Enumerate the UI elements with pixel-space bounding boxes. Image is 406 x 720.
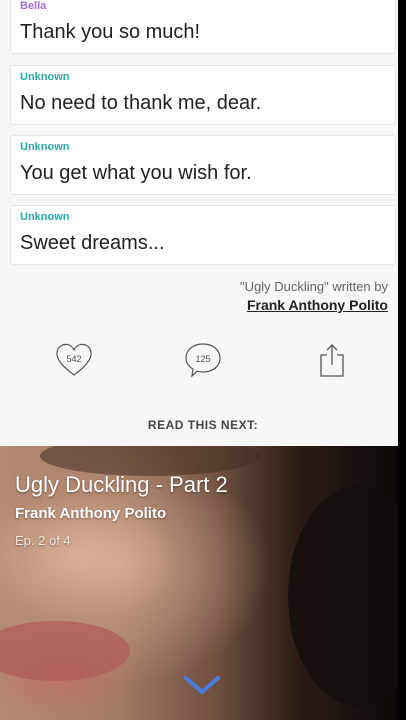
message-text: No need to thank me, dear. [20,92,262,114]
message-bubble: Unknown Sweet dreams... [10,205,396,265]
comment-count: 125 [195,354,211,364]
message-text: You get what you wish for. [20,162,252,184]
screen-edge [398,0,406,720]
message-sender: Unknown [20,211,70,223]
author-link[interactable]: Frank Anthony Polito [247,297,388,313]
next-story-card[interactable]: Ugly Duckling - Part 2 Frank Anthony Pol… [0,446,398,720]
cover-image-detail [0,621,130,681]
message-sender: Unknown [20,71,70,83]
message-bubble: Bella Thank you so much! [10,0,396,54]
share-icon [320,344,344,377]
story-credit: "Ugly Duckling" written by [240,279,388,294]
like-button[interactable]: 542 [54,342,94,378]
cover-image-shadow [288,486,398,706]
comment-button[interactable]: 125 [183,342,223,378]
message-bubble: Unknown You get what you wish for. [10,135,396,195]
message-text: Thank you so much! [20,21,201,43]
message-text: Sweet dreams... [20,232,165,254]
read-next-heading: READ THIS NEXT: [147,418,259,432]
next-story-title: Ugly Duckling - Part 2 [15,472,228,497]
like-count: 542 [66,354,82,364]
message-bubble: Unknown No need to thank me, dear. [10,65,396,125]
next-story-episode: Ep. 2 of 4 [15,533,71,548]
message-sender: Bella [20,0,47,12]
action-bar: 542 125 [0,330,398,390]
message-sender: Unknown [20,141,70,153]
share-button[interactable] [312,342,352,378]
chevron-down-icon[interactable] [183,674,221,696]
next-story-author: Frank Anthony Polito [15,505,167,522]
